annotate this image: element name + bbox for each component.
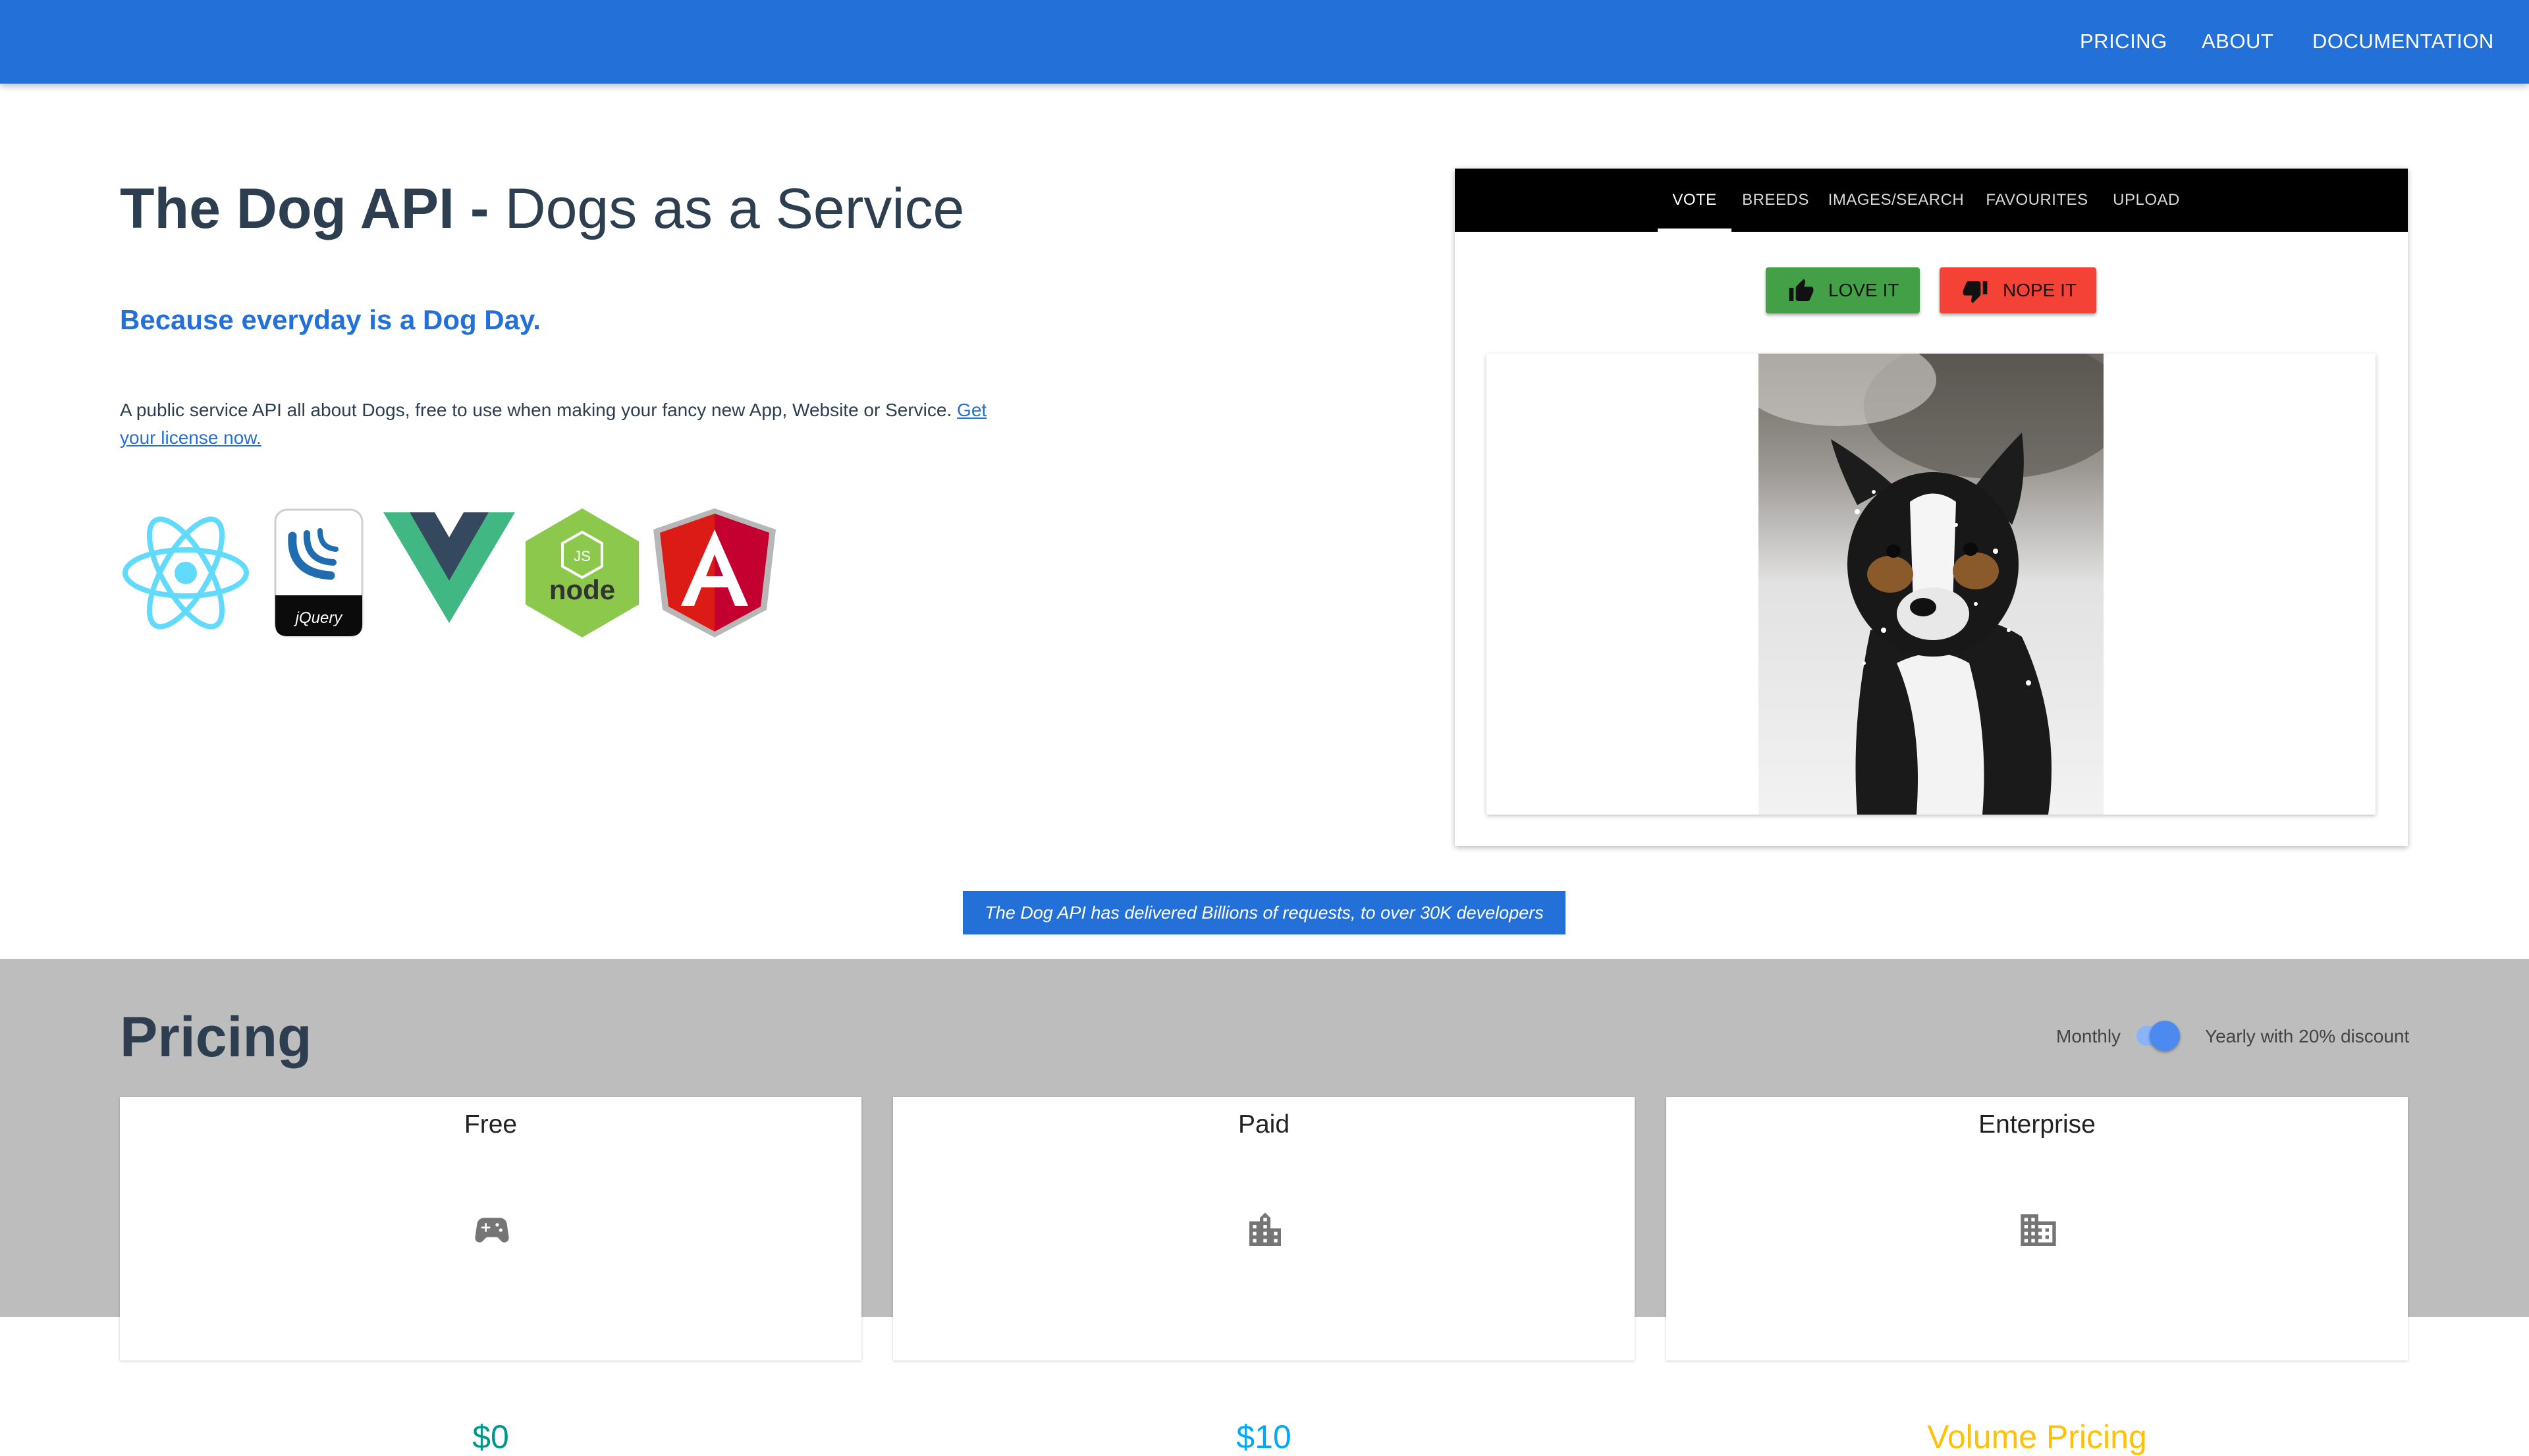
tab-images-search[interactable]: IMAGES/SEARCH	[1826, 169, 1967, 232]
plan-card-paid: Paid $10	[893, 1097, 1635, 1455]
nav-link-documentation[interactable]: DOCUMENTATION	[2312, 28, 2494, 55]
page-title-bold: The Dog API -	[120, 177, 489, 240]
tab-vote[interactable]: VOTE	[1658, 169, 1731, 232]
city-building-icon	[2021, 1214, 2056, 1246]
thumbs-down-icon	[1963, 281, 1988, 304]
plan-price: Volume Pricing	[1927, 1418, 2147, 1455]
svg-text:jQuery: jQuery	[294, 609, 344, 627]
description: A public service API all about Dogs, fre…	[120, 396, 1022, 452]
plan-name: Free	[464, 1110, 518, 1139]
plan-card-enterprise: Enterprise Volume Pricing	[1666, 1097, 2408, 1455]
vue-logo	[383, 512, 515, 623]
plan-name: Enterprise	[1978, 1110, 2096, 1139]
billing-toggle-knob[interactable]	[2150, 1021, 2180, 1051]
tab-upload[interactable]: UPLOAD	[2107, 169, 2186, 232]
angular-logo	[653, 508, 776, 637]
nope-it-button[interactable]: NOPE IT	[1940, 267, 2096, 313]
node-logo: JS node	[526, 508, 639, 637]
stats-banner: The Dog API has delivered Billions of re…	[963, 891, 1565, 934]
jquery-logo: jQuery	[274, 508, 364, 637]
pricing-section: Pricing Monthly Yearly with 20% discount…	[0, 959, 2529, 1455]
tab-breeds[interactable]: BREEDS	[1739, 169, 1812, 232]
nav-link-pricing[interactable]: PRICING	[2080, 28, 2167, 55]
page-title: The Dog API - Dogs as a Service	[120, 173, 964, 245]
svg-text:JS: JS	[574, 548, 591, 564]
plan-card-free: Free $0	[120, 1097, 861, 1455]
top-navbar: PRICING ABOUT DOCUMENTATION	[0, 0, 2529, 84]
tagline: Because everyday is a Dog Day.	[120, 304, 541, 335]
nav-link-about[interactable]: ABOUT	[2202, 28, 2273, 55]
react-logo	[122, 516, 249, 630]
building-icon	[1249, 1212, 1281, 1246]
dog-image-card	[1486, 354, 2376, 815]
billing-monthly-label: Monthly	[2056, 1026, 2121, 1046]
nope-it-label: NOPE IT	[2003, 280, 2077, 300]
gamepad-icon	[475, 1218, 509, 1243]
plan-price: $10	[1236, 1418, 1292, 1455]
love-it-button[interactable]: LOVE IT	[1766, 267, 1920, 313]
love-it-label: LOVE IT	[1828, 280, 1899, 300]
plan-price: $0	[472, 1418, 509, 1455]
plan-name: Paid	[1237, 1110, 1290, 1139]
billing-yearly-label: Yearly with 20% discount	[2205, 1026, 2410, 1046]
widget-tab-bar: VOTE BREEDS IMAGES/SEARCH FAVOURITES UPL…	[1455, 169, 2408, 232]
pricing-title: Pricing	[120, 1006, 312, 1069]
description-text: A public service API all about Dogs, fre…	[120, 400, 952, 420]
thumbs-up-icon	[1789, 279, 1814, 301]
page-title-rest: Dogs as a Service	[504, 177, 965, 240]
svg-text:node: node	[549, 574, 615, 605]
dog-photo	[1758, 354, 2104, 815]
dog-voting-widget: VOTE BREEDS IMAGES/SEARCH FAVOURITES UPL…	[1455, 169, 2408, 846]
tab-favourites[interactable]: FAVOURITES	[1984, 169, 2090, 232]
